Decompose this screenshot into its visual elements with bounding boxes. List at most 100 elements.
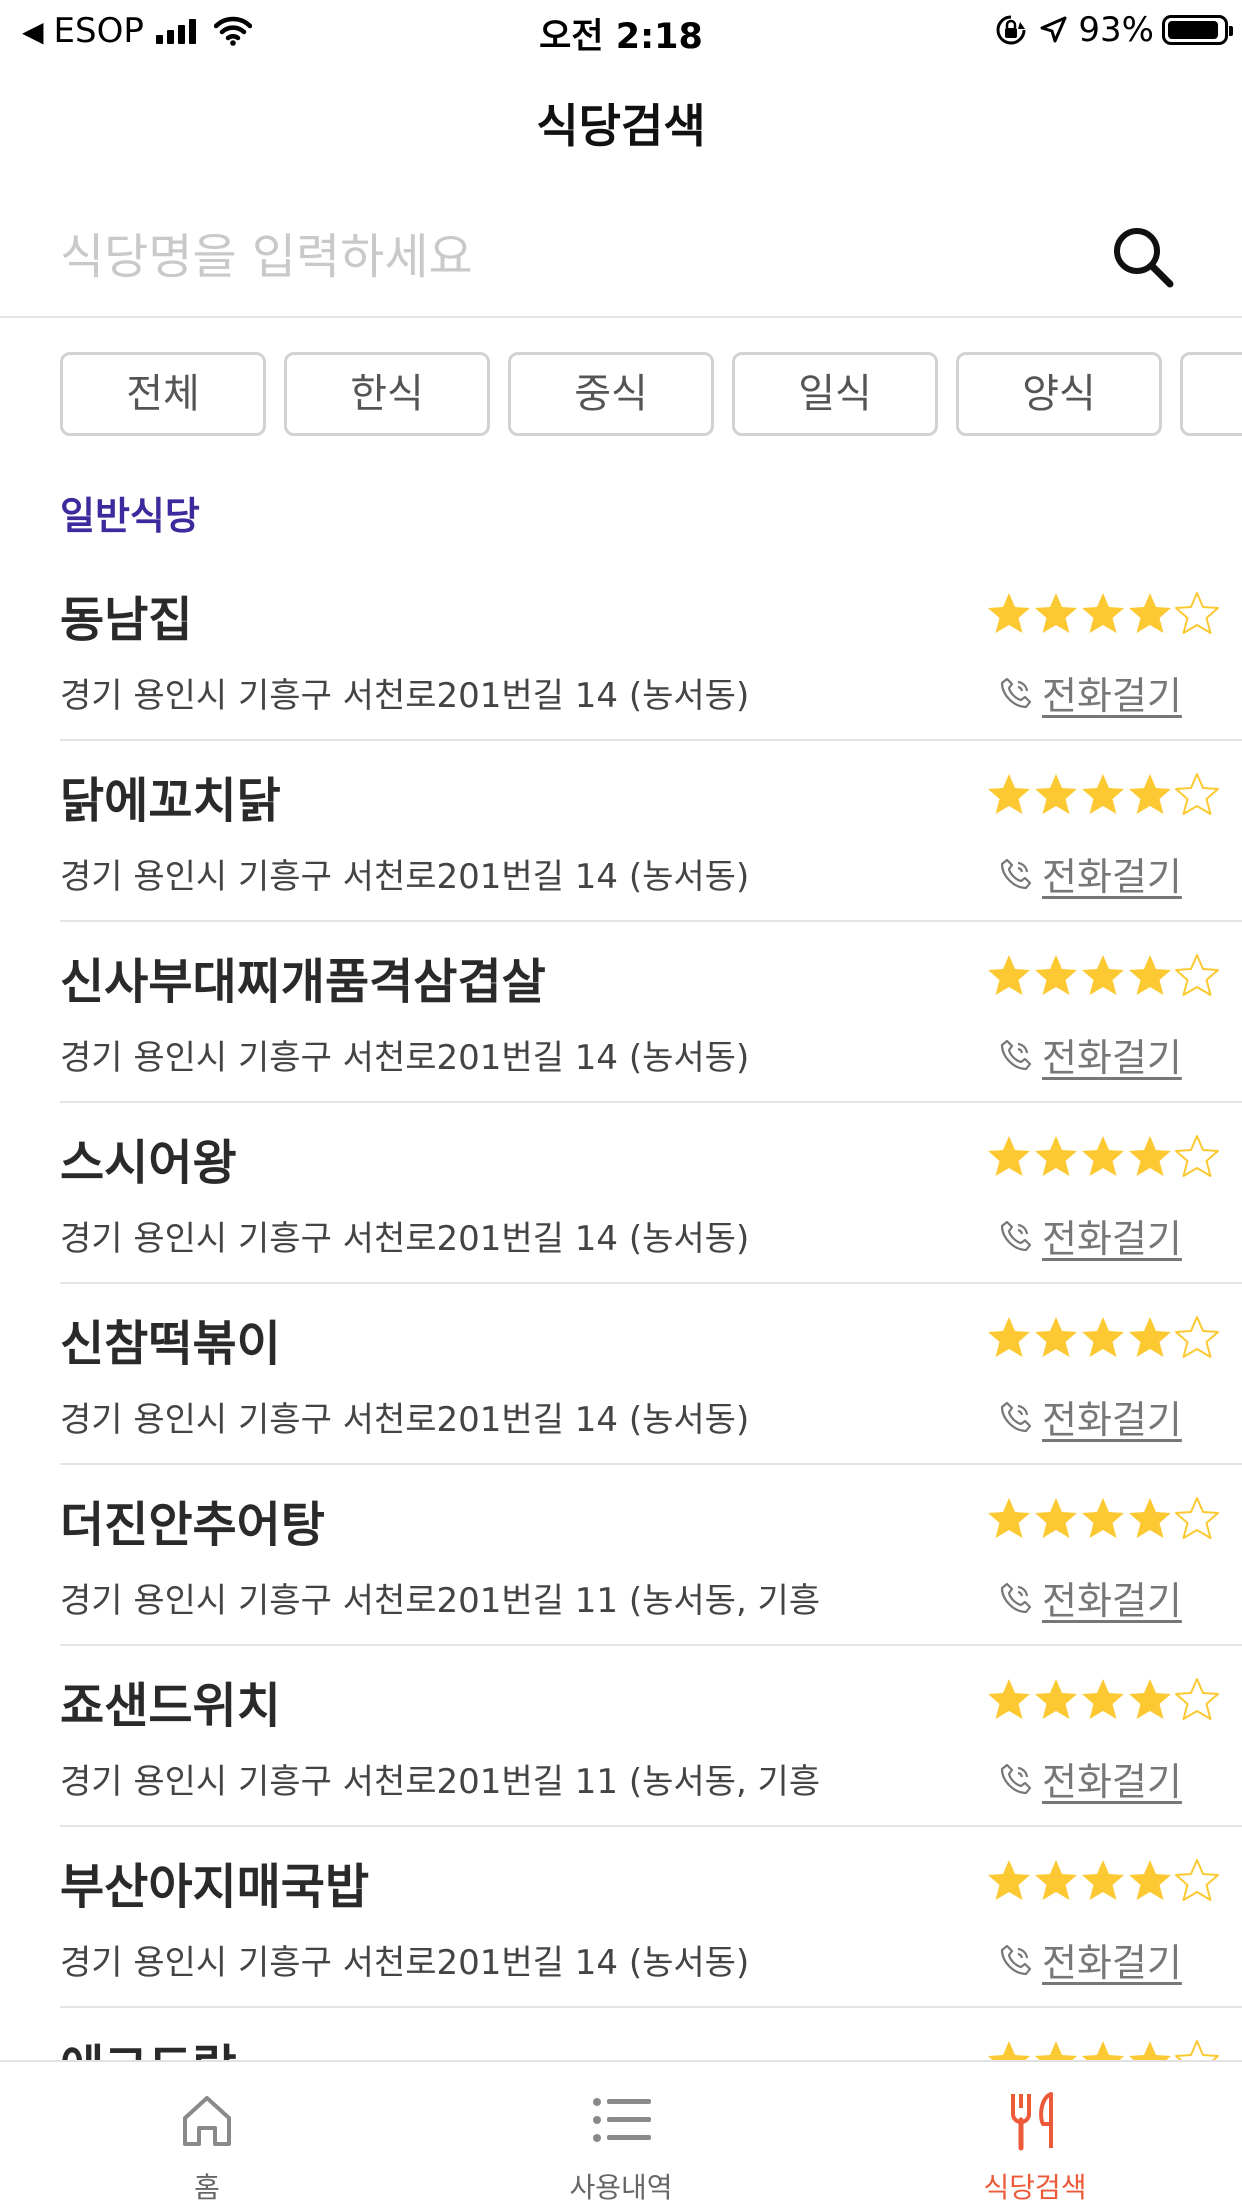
- star-empty-icon: [1175, 1135, 1219, 1177]
- utensils-icon: [1011, 2092, 1053, 2151]
- restaurant-name: 죠샌드위치: [60, 1678, 281, 1734]
- section-title: 일반식당: [60, 494, 200, 538]
- restaurant-address: 경기 용인시 기흥구 서천로201번길 14 (농서동): [60, 1038, 750, 1078]
- restaurant-row[interactable]: 에그드랍전화걸기: [60, 2008, 1242, 2060]
- restaurant-name: 더진안추어탕: [60, 1497, 325, 1553]
- star-filled-icon: [1082, 955, 1124, 995]
- star-filled-icon: [1129, 593, 1171, 633]
- call-label: 전화걸기: [1042, 674, 1182, 718]
- restaurant-address: 경기 용인시 기흥구 서천로201번길 14 (농서동): [60, 676, 750, 716]
- phone-icon: [1000, 677, 1032, 708]
- phone-icon: [1000, 1220, 1032, 1251]
- search-input[interactable]: [58, 218, 1082, 296]
- location-arrow-icon: [1040, 16, 1067, 43]
- category-filter-bar: 전체 한식 중식 일식 양식: [60, 352, 1242, 440]
- call-button[interactable]: 전화걸기: [998, 846, 1182, 901]
- restaurant-address: 경기 용인시 기흥구 서천로201번길 11 (농서동, 기흥: [60, 1581, 821, 1621]
- restaurant-row[interactable]: 부산아지매국밥경기 용인시 기흥구 서천로201번길 14 (농서동) 전화걸기: [60, 1827, 1242, 2008]
- star-filled-icon: [1082, 774, 1124, 814]
- status-right: 93%: [994, 8, 1233, 52]
- restaurant-address: 경기 용인시 기흥구 서천로201번길 14 (농서동): [60, 1219, 750, 1259]
- tab-history-label: 사용내역: [569, 2171, 673, 2204]
- restaurant-row[interactable]: 닭에꼬치닭경기 용인시 기흥구 서천로201번길 14 (농서동) 전화걸기: [60, 741, 1242, 922]
- search-icon[interactable]: [1108, 222, 1178, 292]
- orientation-lock-icon: [996, 15, 1026, 45]
- rating-stars: [985, 771, 1220, 825]
- filter-chip-korean[interactable]: 한식: [284, 352, 490, 436]
- star-empty-icon: [1175, 592, 1219, 634]
- restaurant-name: 닭에꼬치닭: [60, 773, 281, 829]
- phone-icon: [1000, 1944, 1032, 1975]
- call-label: 전화걸기: [1042, 1398, 1182, 1442]
- tab-home[interactable]: 홈: [0, 2062, 414, 2208]
- restaurant-row[interactable]: 신참떡볶이 경기 용인시 기흥구 서천로201번길 14 (농서동) 전화걸기: [60, 1284, 1242, 1465]
- battery-icon: [1162, 15, 1233, 45]
- star-filled-icon: [1129, 1679, 1171, 1719]
- star-filled-icon: [988, 1498, 1030, 1538]
- star-empty-icon: [1175, 1678, 1219, 1720]
- restaurant-list: 동남집 경기 용인시 기흥구 서천로201번길 14 (농서동) 전화걸기 닭에꼬치닭…: [0, 560, 1242, 2060]
- star-filled-icon: [988, 1136, 1030, 1176]
- star-filled-icon: [1082, 1317, 1124, 1357]
- star-filled-icon: [1129, 1136, 1171, 1176]
- search-bar: [0, 200, 1242, 318]
- filter-chip-more[interactable]: [1180, 352, 1242, 436]
- tab-restaurant-search[interactable]: 식당검색: [828, 2062, 1242, 2208]
- rating-stars: [985, 1857, 1220, 1911]
- restaurant-row[interactable]: 동남집경기 용인시 기흥구 서천로201번길 14 (농서동) 전화걸기: [60, 560, 1242, 741]
- restaurant-row[interactable]: 더진안추어탕경기 용인시 기흥구 서천로201번길 11 (농서동, 기흥 전화걸…: [60, 1465, 1242, 1646]
- restaurant-name: 신사부대찌개품격삼겹살: [60, 954, 546, 1010]
- call-label: 전화걸기: [1042, 1217, 1182, 1261]
- status-bar: ◀ ESOP 오전 2:18 93%: [0, 0, 1242, 62]
- filter-chip-all[interactable]: 전체: [60, 352, 266, 436]
- star-empty-icon: [1175, 1859, 1219, 1901]
- call-button[interactable]: 전화걸기: [998, 1932, 1182, 1987]
- page-title: 식당검색: [536, 99, 706, 153]
- rating-stars: [985, 1676, 1220, 1730]
- star-filled-icon: [988, 1860, 1030, 1900]
- star-empty-icon: [1175, 1497, 1219, 1539]
- star-filled-icon: [1129, 955, 1171, 995]
- star-filled-icon: [1082, 2041, 1124, 2060]
- star-filled-icon: [988, 2041, 1030, 2060]
- restaurant-address: 경기 용인시 기흥구 서천로201번길 14 (농서동): [60, 857, 750, 897]
- call-button[interactable]: 전화걸기: [998, 1208, 1182, 1263]
- restaurant-address: 경기 용인시 기흥구 서천로201번길 14 (농서동): [60, 1943, 750, 1983]
- call-label: 전화걸기: [1042, 1036, 1182, 1080]
- star-filled-icon: [988, 774, 1030, 814]
- call-button[interactable]: 전화걸기: [998, 1570, 1182, 1625]
- star-filled-icon: [988, 955, 1030, 995]
- restaurant-name: 동남집: [60, 592, 193, 648]
- filter-chip-western[interactable]: 양식: [956, 352, 1162, 436]
- star-filled-icon: [1129, 1860, 1171, 1900]
- star-filled-icon: [1129, 1317, 1171, 1357]
- call-button[interactable]: 전화걸기: [998, 1751, 1182, 1806]
- tab-home-label: 홈: [194, 2171, 220, 2204]
- call-button[interactable]: 전화걸기: [998, 1027, 1182, 1082]
- call-button[interactable]: 전화걸기: [998, 665, 1182, 720]
- restaurant-row[interactable]: 신사부대찌개품격삼겹살경기 용인시 기흥구 서천로201번길 14 (농서동) 전…: [60, 922, 1242, 1103]
- star-filled-icon: [988, 1317, 1030, 1357]
- star-filled-icon: [1129, 1498, 1171, 1538]
- filter-chip-japanese[interactable]: 일식: [732, 352, 938, 436]
- restaurant-name: 신참떡볶이: [60, 1316, 281, 1372]
- star-filled-icon: [1035, 1860, 1077, 1900]
- star-filled-icon: [1129, 2041, 1171, 2060]
- phone-icon: [1000, 1763, 1032, 1794]
- star-filled-icon: [1035, 1498, 1077, 1538]
- restaurant-name: 스시어왕: [60, 1135, 237, 1191]
- rating-stars: [985, 1314, 1220, 1368]
- rating-stars: [985, 1495, 1220, 1549]
- phone-icon: [1000, 1039, 1032, 1070]
- restaurant-name: 부산아지매국밥: [60, 1859, 370, 1915]
- restaurant-row[interactable]: 죠샌드위치 경기 용인시 기흥구 서천로201번길 11 (농서동, 기흥 전화걸기: [60, 1646, 1242, 1827]
- filter-chip-chinese[interactable]: 중식: [508, 352, 714, 436]
- star-filled-icon: [1082, 593, 1124, 633]
- tab-history[interactable]: 사용내역: [414, 2062, 828, 2208]
- star-filled-icon: [1082, 1679, 1124, 1719]
- rating-stars: [985, 1133, 1220, 1187]
- restaurant-row[interactable]: 스시어왕경기 용인시 기흥구 서천로201번길 14 (농서동) 전화걸기: [60, 1103, 1242, 1284]
- call-button[interactable]: 전화걸기: [998, 1389, 1182, 1444]
- star-filled-icon: [1082, 1860, 1124, 1900]
- call-label: 전화걸기: [1042, 855, 1182, 899]
